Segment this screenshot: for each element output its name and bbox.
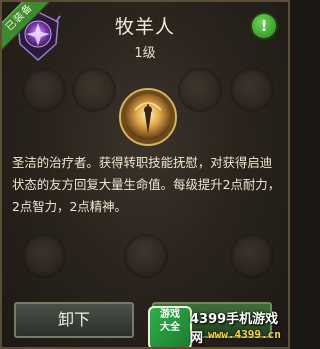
faded-skill-icon [230,68,274,112]
watermark-logo: 游戏 大全 [148,306,192,347]
watermark-logo-bottom: 大全 [160,322,180,333]
class-description: 圣洁的治疗者。获得转职技能抚慰，对获得启迪状态的友方回复大量生命值。每级提升2点… [12,155,281,214]
faded-skill-icon [72,68,116,112]
watermark-logo-top: 游戏 [160,309,180,320]
watermark-url: www.4399.cn [208,328,281,341]
info-button[interactable]: ! [250,12,278,40]
faded-skill-icon [22,68,66,112]
talent-detail-panel: 已装备 牧羊人 1级 ! 圣洁的治疗者。获得转职技能抚慰，对获得启迪状态的友方回… [0,0,290,349]
faded-skill-icon [230,234,274,278]
shepherd-skill-icon [119,88,177,146]
unequip-button[interactable]: 卸下 [14,302,134,338]
faded-skill-icon [178,68,222,112]
faded-skill-icon [124,234,168,278]
faded-skill-icon [22,234,66,278]
